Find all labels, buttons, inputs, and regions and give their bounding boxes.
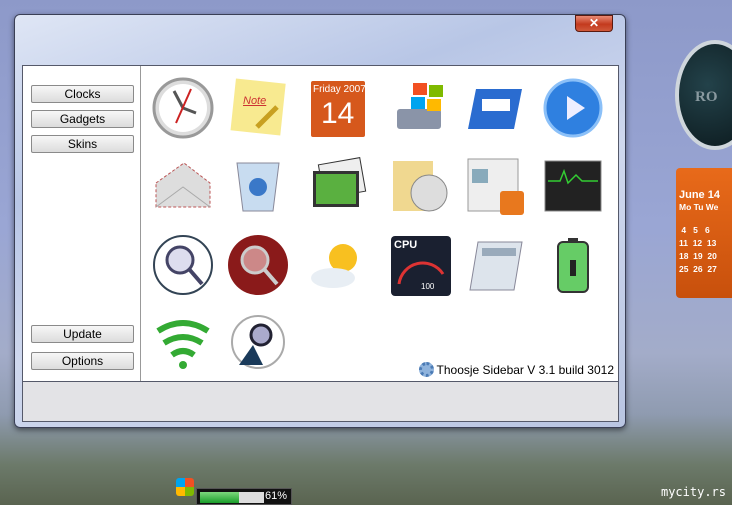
desktop-calendar-gadget[interactable]: June 14 Mo Tu We 4 5 6 11 12 13 18 19 20… (676, 168, 732, 298)
gear-icon (418, 362, 434, 377)
watermark: mycity.rs (660, 485, 726, 499)
gadget-mail-icon[interactable] (152, 155, 214, 217)
version-text: Thoosje Sidebar V 3.1 build 3012 (436, 362, 614, 377)
gadget-panel: Clocks Gadgets Skins Update Options Note… (22, 65, 619, 382)
tray-percent: 61% (264, 490, 287, 502)
gadget-calculator-icon[interactable] (464, 234, 526, 296)
calendar-header: Mo Tu We (679, 202, 719, 212)
gadget-system-monitor-icon[interactable] (542, 155, 604, 217)
tray-meter[interactable]: 61% (196, 488, 292, 505)
calendar-title: June 14 (679, 189, 720, 201)
version-status: Thoosje Sidebar V 3.1 build 3012 (418, 362, 614, 377)
gadget-windows-drive-icon[interactable] (389, 77, 451, 139)
calendar-date: 14 (321, 97, 355, 130)
gadget-rss-news-icon[interactable] (464, 155, 526, 217)
gadget-window-switcher-icon[interactable] (464, 77, 526, 139)
category-column: Clocks Gadgets Skins Update Options (23, 66, 141, 381)
clocks-button[interactable]: Clocks (31, 85, 134, 103)
window-footer (22, 382, 619, 422)
gadget-calendar-icon[interactable]: Friday 2007 14 (307, 77, 369, 139)
cpu-value: 100 (421, 282, 435, 291)
gadget-folder-clock-icon[interactable] (389, 155, 451, 217)
gadget-recycle-bin-icon[interactable] (227, 155, 289, 217)
gadget-slideshow-icon[interactable] (307, 155, 369, 217)
clock-brand: RO (695, 89, 718, 105)
calendar-row: 4 5 6 (679, 225, 710, 235)
gadget-analog-clock-icon[interactable] (152, 77, 214, 139)
calendar-day: Friday 2007 (313, 84, 366, 95)
sidebar-settings-window: ✕ Clocks Gadgets Skins Update Options No… (14, 14, 626, 428)
gadget-search-red-icon[interactable] (227, 234, 289, 296)
note-text: Note (243, 95, 267, 107)
skins-button[interactable]: Skins (31, 135, 134, 153)
gadget-media-player-icon[interactable] (542, 77, 604, 139)
update-button[interactable]: Update (31, 325, 134, 343)
cpu-label: CPU (394, 239, 418, 251)
close-button[interactable]: ✕ (575, 15, 613, 32)
gadget-notes-icon[interactable]: Note (227, 77, 289, 139)
calendar-row: 18 19 20 (679, 251, 717, 261)
gadget-battery-icon[interactable] (542, 234, 604, 296)
gadget-cpu-meter-icon[interactable]: CPU 100 (389, 234, 451, 296)
gadgets-button[interactable]: Gadgets (31, 110, 134, 128)
options-button[interactable]: Options (31, 352, 134, 370)
tray-progress-bar (200, 492, 264, 503)
desktop-clock-gadget[interactable]: RO (675, 40, 732, 150)
calendar-row: 11 12 13 (679, 238, 717, 248)
windows-logo-icon (176, 478, 194, 496)
calendar-row: 25 26 27 (679, 264, 717, 274)
gadget-weather-icon[interactable] (307, 234, 369, 296)
gadget-wifi-icon[interactable] (152, 311, 214, 373)
gadget-search-icon[interactable] (152, 234, 214, 296)
gadget-xfire-icon[interactable] (227, 311, 289, 373)
